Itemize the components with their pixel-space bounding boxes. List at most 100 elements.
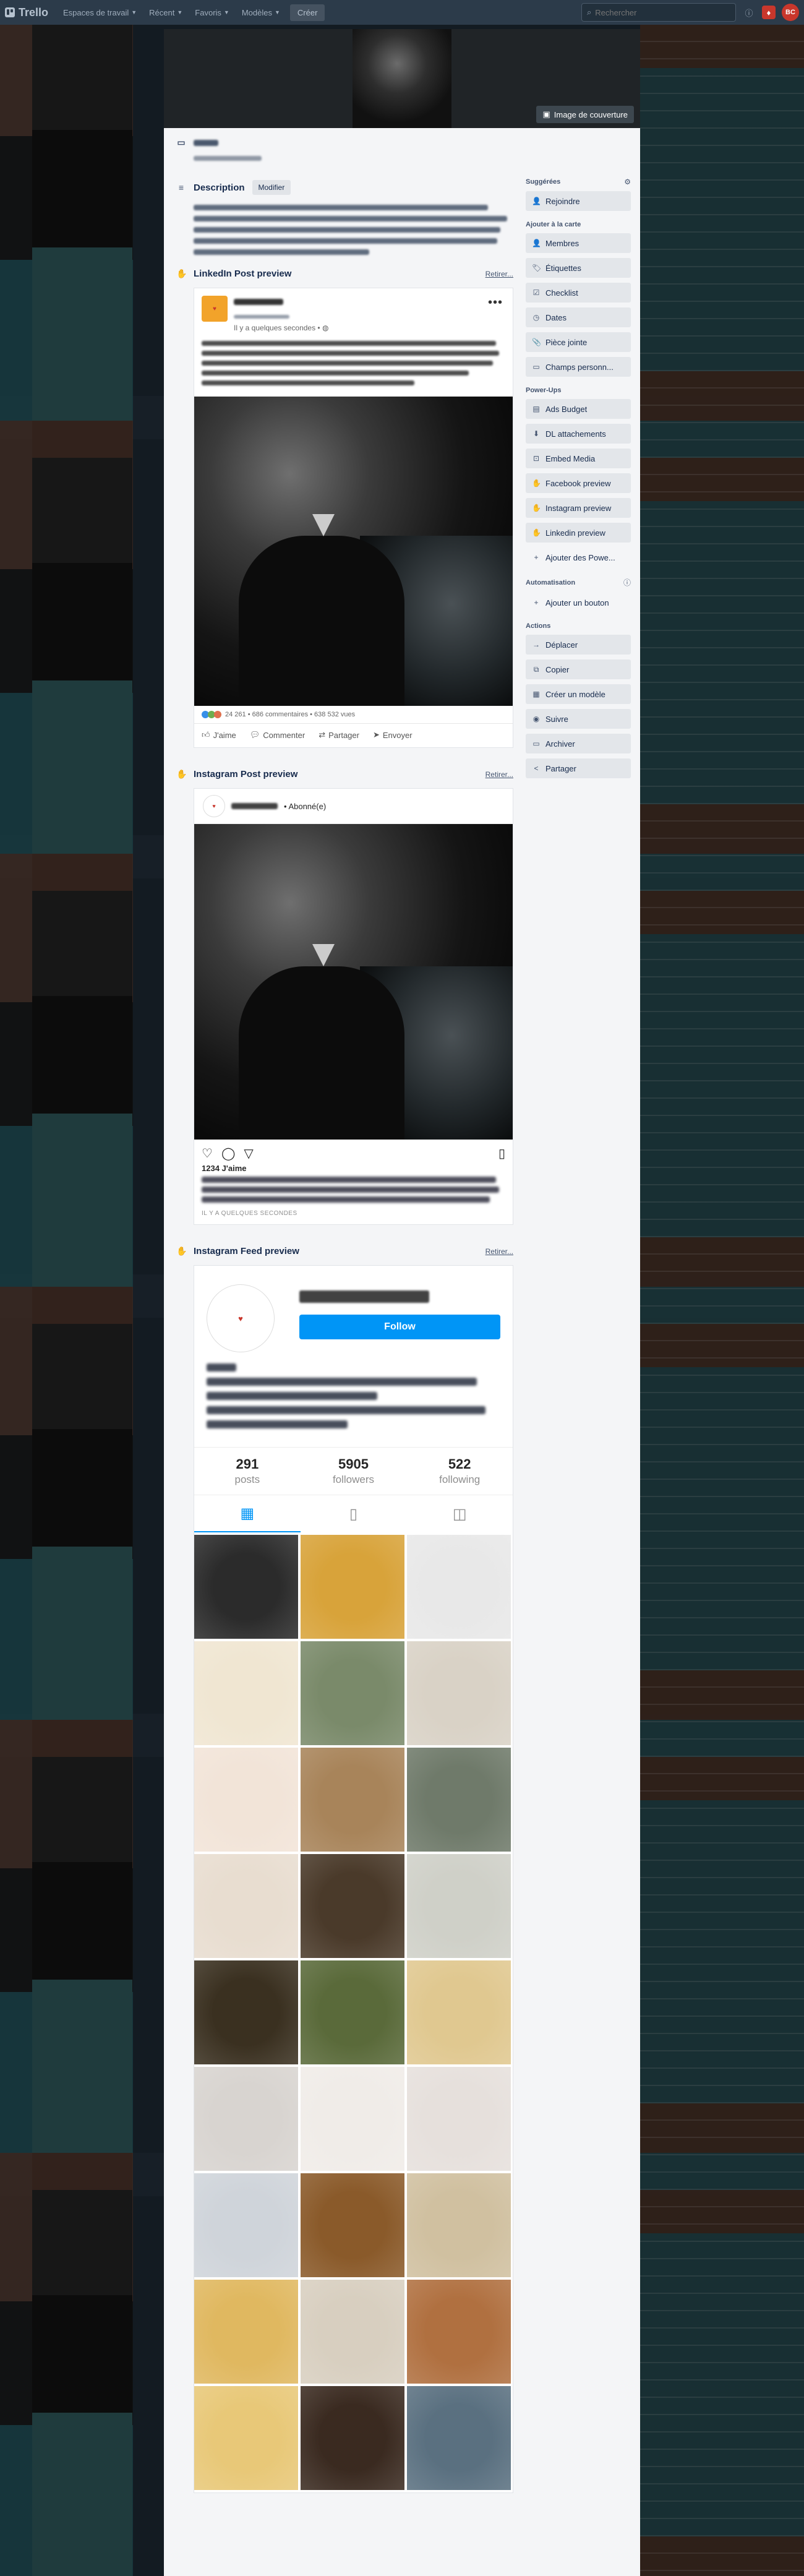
feed-thumbnail[interactable] xyxy=(407,1641,511,1745)
nav-templates[interactable]: Modèles ▼ xyxy=(236,8,286,17)
feed-thumbnail[interactable] xyxy=(194,1641,298,1745)
search-input[interactable] xyxy=(595,7,719,17)
feed-thumbnail[interactable] xyxy=(301,2386,404,2490)
linkedin-share-button[interactable]: ⇄ Partager xyxy=(319,730,359,740)
feed-thumbnail[interactable] xyxy=(194,1960,298,2064)
powerup-button-4[interactable]: ✋ Instagram preview xyxy=(526,498,631,518)
feed-thumbnail[interactable] xyxy=(407,2280,511,2384)
powerup-button-6[interactable]: + Ajouter des Powe... xyxy=(526,547,631,567)
info-icon[interactable]: ⓘ xyxy=(623,577,631,588)
grid-tab-icon[interactable]: ▦ xyxy=(194,1495,301,1532)
feed-thumbnail[interactable] xyxy=(194,1854,298,1958)
trello-logo[interactable]: Trello xyxy=(5,6,48,19)
powerup-button-5[interactable]: ✋ Linkedin preview xyxy=(526,523,631,543)
add-to-card-button-1[interactable]: 🏷 Étiquettes xyxy=(526,258,631,278)
feed-thumbnail[interactable] xyxy=(407,2067,511,2171)
card-title-row: ▭ xyxy=(176,137,513,148)
remove-instagram-feed-link[interactable]: Retirer... xyxy=(485,1247,513,1256)
heart-icon[interactable]: ♡ xyxy=(202,1146,213,1161)
feed-thumbnail[interactable] xyxy=(407,2386,511,2490)
info-icon[interactable]: ⓘ xyxy=(742,6,756,19)
description-text[interactable] xyxy=(194,205,513,255)
add-to-card-button-0[interactable]: 👤 Membres xyxy=(526,233,631,253)
feed-thumbnail[interactable] xyxy=(301,1641,404,1745)
feed-thumbnail[interactable] xyxy=(407,1854,511,1958)
feed-thumbnail[interactable] xyxy=(301,2173,404,2277)
add-to-card-button-2[interactable]: ☑ Checklist xyxy=(526,283,631,303)
powerup-icon: ⬇ xyxy=(532,429,540,438)
feed-thumbnail[interactable] xyxy=(194,2173,298,2277)
hand-icon: ✋ xyxy=(176,1246,187,1256)
feed-thumbnail[interactable] xyxy=(407,2173,511,2277)
feed-thumbnail[interactable] xyxy=(194,2386,298,2490)
instagram-profile-username xyxy=(299,1290,429,1303)
card-list-name[interactable] xyxy=(194,156,262,161)
instagram-post-image xyxy=(194,824,513,1140)
remove-linkedin-link[interactable]: Retirer... xyxy=(485,270,513,278)
chevron-down-icon: ▼ xyxy=(177,9,183,15)
powerup-button-1[interactable]: ⬇ DL attachements xyxy=(526,424,631,444)
feed-thumbnail[interactable] xyxy=(301,1748,404,1852)
feed-thumbnail[interactable] xyxy=(301,2280,404,2384)
tagged-tab-icon[interactable]: ◫ xyxy=(406,1495,513,1532)
create-button[interactable]: Créer xyxy=(289,4,325,21)
action-button-2[interactable]: ▦ Créer un modèle xyxy=(526,684,631,704)
more-options-icon[interactable]: ••• xyxy=(488,296,503,310)
action-button-1[interactable]: ⧉ Copier xyxy=(526,659,631,679)
settings-icon[interactable]: ⚙ xyxy=(624,178,631,186)
card-icon: ▭ xyxy=(177,137,186,147)
nav-workspaces[interactable]: Espaces de travail ▼ xyxy=(57,8,143,17)
instagram-likes: 1234 J'aime xyxy=(202,1164,247,1173)
feed-thumbnail[interactable] xyxy=(407,1960,511,2064)
automation-icon: + xyxy=(534,598,539,607)
search-box[interactable]: ⌕ xyxy=(581,3,736,22)
feed-thumbnail[interactable] xyxy=(301,1535,404,1639)
feed-thumbnail[interactable] xyxy=(194,1535,298,1639)
action-button-0[interactable]: → Déplacer xyxy=(526,635,631,655)
suggested-button-0[interactable]: 👤 Rejoindre xyxy=(526,191,631,211)
user-avatar[interactable]: BC xyxy=(782,4,799,21)
feed-thumbnail[interactable] xyxy=(407,1535,511,1639)
notifications-icon[interactable]: ♦ xyxy=(762,6,776,19)
action-button-4[interactable]: ▭ Archiver xyxy=(526,734,631,753)
feed-thumbnail[interactable] xyxy=(301,1960,404,2064)
add-to-card-icon: 👤 xyxy=(532,239,541,247)
remove-instagram-post-link[interactable]: Retirer... xyxy=(485,770,513,779)
instagram-username xyxy=(231,803,278,809)
add-to-card-button-4[interactable]: 📎 Pièce jointe xyxy=(526,332,631,352)
linkedin-post-text xyxy=(194,332,513,397)
comment-icon: 💬︎ xyxy=(249,730,260,739)
bookmark-icon[interactable]: ▯ xyxy=(498,1146,505,1161)
action-icon: ◉ xyxy=(532,715,540,723)
linkedin-comment-button[interactable]: 💬︎ Commenter xyxy=(250,730,305,740)
feed-thumbnail[interactable] xyxy=(194,2280,298,2384)
card-cover: ▣ Image de couverture xyxy=(164,29,640,128)
feed-thumbnail[interactable] xyxy=(407,1748,511,1852)
nav-recent[interactable]: Récent ▼ xyxy=(143,8,189,17)
nav-starred[interactable]: Favoris ▼ xyxy=(189,8,236,17)
add-to-card-button-3[interactable]: ◷ Dates xyxy=(526,307,631,327)
modify-description-button[interactable]: Modifier xyxy=(252,180,291,195)
instagram-post-card: ♥ • Abonné(e) ♡ ◯ ▽ ▯ 1234 J'aime IL Y A… xyxy=(194,788,513,1225)
follow-button[interactable]: Follow xyxy=(299,1315,500,1339)
feed-thumbnail[interactable] xyxy=(301,1854,404,1958)
automation-button-0[interactable]: + Ajouter un bouton xyxy=(526,593,631,612)
powerup-button-0[interactable]: ▤ Ads Budget xyxy=(526,399,631,419)
feed-thumbnail[interactable] xyxy=(301,2067,404,2171)
instagram-avatar: ♥ xyxy=(203,795,225,817)
feed-thumbnail[interactable] xyxy=(194,2067,298,2171)
send-icon[interactable]: ▽ xyxy=(244,1146,253,1161)
action-button-3[interactable]: ◉ Suivre xyxy=(526,709,631,729)
add-to-card-button-5[interactable]: ▭ Champs personn... xyxy=(526,357,631,377)
action-button-5[interactable]: < Partager xyxy=(526,758,631,778)
powerup-button-2[interactable]: ⊡ Embed Media xyxy=(526,449,631,468)
feed-thumbnail[interactable] xyxy=(194,1748,298,1852)
powerup-button-3[interactable]: ✋ Facebook preview xyxy=(526,473,631,493)
card-title[interactable] xyxy=(194,139,218,146)
igtv-tab-icon[interactable]: ▯ xyxy=(301,1495,407,1532)
linkedin-send-button[interactable]: ➤ Envoyer xyxy=(373,730,413,740)
linkedin-like-button[interactable]: 👍︎ J'aime xyxy=(202,730,236,740)
comment-icon[interactable]: ◯ xyxy=(221,1146,235,1161)
cover-image-button[interactable]: ▣ Image de couverture xyxy=(536,106,634,123)
instagram-profile-avatar: ♥ xyxy=(207,1284,275,1352)
